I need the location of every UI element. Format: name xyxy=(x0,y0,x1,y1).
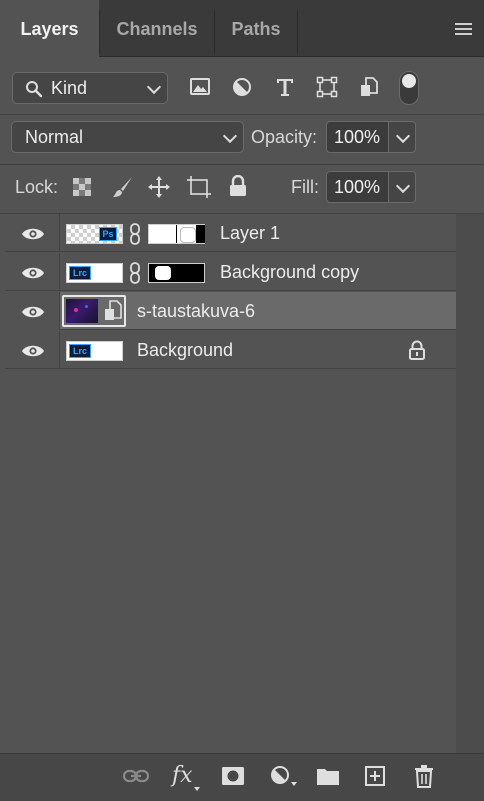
link-icon[interactable] xyxy=(129,223,141,245)
lock-label: Lock: xyxy=(15,177,59,197)
mask-divider xyxy=(176,225,177,243)
panel-tab-bar: Layers Channels Paths xyxy=(0,0,484,57)
layer-name: s-taustakuva-6 xyxy=(137,301,256,321)
layer-thumbnail-frame xyxy=(62,295,126,327)
panel-menu-icon[interactable] xyxy=(455,23,472,38)
tab-channels[interactable]: Channels xyxy=(100,0,214,56)
visibility-column xyxy=(5,253,60,291)
layer-name: Background copy xyxy=(220,262,360,282)
layer-thumbnail: Lrc xyxy=(66,263,123,283)
new-layer-icon[interactable] xyxy=(364,765,386,787)
smart-object-badge-icon xyxy=(105,300,122,320)
layer-row-layer-1[interactable]: Ps Layer 1 xyxy=(5,214,456,252)
visibility-column xyxy=(5,292,60,330)
filter-toggle-switch[interactable] xyxy=(399,71,419,105)
type-filter-icon[interactable] xyxy=(274,76,296,98)
link-layers-icon[interactable] xyxy=(122,768,150,784)
search-icon xyxy=(26,81,43,98)
photo-detail xyxy=(74,308,78,312)
delete-layer-icon[interactable] xyxy=(413,764,435,788)
opacity-input[interactable]: 100% xyxy=(326,121,389,153)
layer-row-s-taustakuva-6[interactable]: s-taustakuva-6 xyxy=(5,292,456,330)
fx-icon[interactable]: fx xyxy=(172,763,193,788)
lock-position-icon[interactable] xyxy=(147,175,171,199)
opacity-slider-button[interactable] xyxy=(388,121,416,153)
chevron-down-icon xyxy=(395,178,411,194)
mask-shape xyxy=(155,266,171,280)
new-group-icon[interactable] xyxy=(316,766,340,786)
chevron-down-icon xyxy=(222,128,238,144)
tab-paths[interactable]: Paths xyxy=(215,0,297,56)
photo-detail xyxy=(85,305,88,308)
mask-shape xyxy=(196,225,205,243)
smart-object-filter-icon[interactable] xyxy=(358,76,380,98)
lock-artboard-icon[interactable] xyxy=(186,175,212,199)
fill-slider-button[interactable] xyxy=(388,171,416,203)
divider xyxy=(0,114,484,115)
image-filter-icon[interactable] xyxy=(189,76,211,98)
ps-badge: Ps xyxy=(99,227,117,241)
adjustment-dropdown-icon xyxy=(291,782,297,786)
blend-mode-value: Normal xyxy=(25,127,84,147)
filter-kind-label: Kind xyxy=(51,78,88,98)
visibility-column xyxy=(5,214,60,252)
lock-image-pixels-icon[interactable] xyxy=(111,175,135,199)
add-mask-icon[interactable] xyxy=(221,766,245,786)
eye-icon[interactable] xyxy=(21,344,45,358)
tab-layers[interactable]: Layers xyxy=(0,0,99,57)
lrc-badge: Lrc xyxy=(69,266,91,280)
toggle-knob xyxy=(402,74,416,88)
fill-input[interactable]: 100% xyxy=(326,171,389,203)
photo-thumbnail xyxy=(66,299,98,323)
adjustment-filter-icon[interactable] xyxy=(231,76,253,98)
layer-row-background[interactable]: Lrc Background xyxy=(5,331,456,369)
fill-label: Fill: xyxy=(291,177,319,197)
eye-icon[interactable] xyxy=(21,227,45,241)
fx-dropdown-icon xyxy=(194,787,200,791)
layer-thumbnail: Ps xyxy=(66,224,123,244)
layer-name: Background xyxy=(137,340,234,360)
shape-filter-icon[interactable] xyxy=(316,76,338,98)
layer-mask-thumbnail[interactable] xyxy=(148,263,205,283)
layers-scroll-area[interactable] xyxy=(456,214,484,753)
tab-divider xyxy=(297,10,298,54)
layer-name: Layer 1 xyxy=(220,223,281,243)
chevron-down-icon xyxy=(395,128,411,144)
opacity-label: Opacity: xyxy=(251,127,318,147)
layer-row-background-copy[interactable]: Lrc Background copy xyxy=(5,253,456,291)
lock-all-icon[interactable] xyxy=(228,175,248,197)
layers-bottom-toolbar: fx xyxy=(0,753,484,801)
eye-icon[interactable] xyxy=(21,305,45,319)
visibility-column xyxy=(5,331,60,369)
mask-shape xyxy=(180,227,196,243)
lock-transparent-pixels-icon[interactable] xyxy=(72,177,92,197)
lrc-badge: Lrc xyxy=(69,344,91,358)
divider xyxy=(0,164,484,165)
adjustment-layer-icon[interactable] xyxy=(270,765,292,787)
layer-lock-icon[interactable] xyxy=(408,340,426,360)
layer-mask-thumbnail[interactable] xyxy=(148,224,205,244)
filter-kind-dropdown[interactable]: Kind xyxy=(12,72,168,104)
blend-mode-dropdown[interactable]: Normal xyxy=(11,121,244,153)
layer-thumbnail: Lrc xyxy=(66,341,123,361)
chevron-down-icon xyxy=(146,79,162,95)
link-icon[interactable] xyxy=(129,262,141,284)
eye-icon[interactable] xyxy=(21,266,45,280)
